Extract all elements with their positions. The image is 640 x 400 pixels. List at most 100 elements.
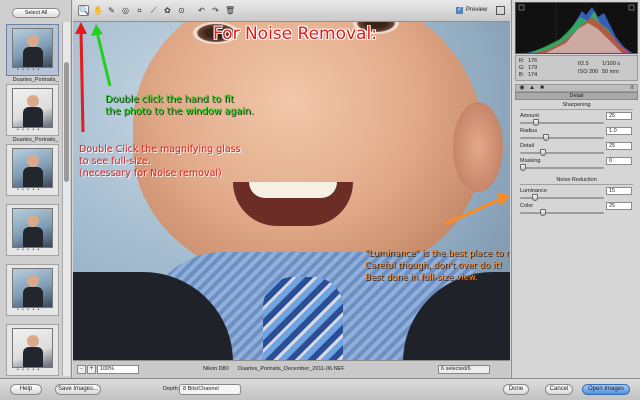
thumbnail-item[interactable]: • • • • • — [6, 84, 59, 136]
orange-arrow-line — [444, 196, 504, 226]
detail-slider[interactable] — [520, 149, 604, 156]
histogram-graph — [518, 3, 635, 53]
thumbnail-rating-dots[interactable]: • • • • • — [17, 187, 40, 193]
luminance-slider[interactable] — [520, 194, 604, 201]
camera-model: Nikon D80 — [203, 366, 229, 372]
thumbnail-subject-head — [27, 155, 39, 167]
annotation-magnifier-tip: Double Click the magnifying glass to see… — [79, 144, 241, 179]
luminance-slider-knob[interactable] — [531, 194, 538, 201]
radius-value-field[interactable]: 1.0 — [606, 127, 632, 135]
thumbnail-label: Duartes_Portraits_ — [12, 137, 59, 143]
green-arrow-head — [91, 24, 103, 36]
annotation-title: For Noise Removal: — [213, 24, 377, 44]
zoom-in-button[interactable]: + — [87, 365, 96, 374]
detail-tab-icon[interactable]: ▲ — [528, 85, 536, 91]
noise-reduction-title: Noise Reduction — [556, 177, 597, 183]
done-button[interactable]: Done — [503, 384, 529, 395]
amount-slider[interactable] — [520, 119, 604, 126]
rotate-left-icon[interactable]: ↶ — [196, 5, 207, 16]
panel-menu-icon[interactable]: ≡ — [628, 85, 636, 91]
trash-icon[interactable]: 🗑 — [224, 5, 235, 16]
color-slider-knob[interactable] — [539, 209, 546, 216]
thumbnail-subject-body — [23, 167, 43, 187]
radius-label: Radius — [520, 128, 538, 134]
thumbnail-item[interactable]: • • • • • — [6, 204, 59, 256]
amount-slider-knob[interactable] — [533, 119, 540, 126]
detail-panel-header: Detail — [515, 92, 638, 100]
annotation-luminance-tip: "Luminance" is the best place to reduce … — [365, 249, 510, 283]
preview-checkbox[interactable]: ✓ — [456, 7, 463, 14]
eyedropper-icon[interactable]: ✎ — [106, 5, 117, 16]
redeye-icon[interactable]: ⊙ — [176, 5, 187, 16]
focal-readout: 50 mm — [602, 69, 619, 75]
fullscreen-icon[interactable] — [496, 6, 505, 15]
cancel-button[interactable]: Cancel — [545, 384, 573, 395]
masking-value-field[interactable]: 0 — [606, 157, 632, 165]
thumbnail-rating-dots[interactable]: • • • • • — [17, 247, 40, 253]
red-arrow-line — [79, 29, 85, 133]
help-button[interactable]: Help — [10, 384, 42, 395]
shutter-readout: 1/100 s — [602, 61, 621, 67]
thumbnail-image — [12, 268, 53, 308]
thumbnail-subject-body — [23, 347, 43, 367]
depth-select[interactable]: 8 Bits/Channel — [179, 384, 241, 395]
detail-value-field[interactable]: 25 — [606, 142, 632, 150]
rotate-right-icon[interactable]: ↷ — [210, 5, 221, 16]
thumbnail-image — [12, 148, 53, 188]
thumbnail-image — [12, 328, 53, 368]
thumbnail-item[interactable]: • • • • • — [6, 324, 59, 376]
zoom-out-button[interactable]: - — [77, 365, 86, 374]
camera-calibration-tab-icon[interactable]: ■ — [538, 85, 546, 91]
top-toolbar: 🔍 ✋ ✎ ◎ ⌗ ⟋ ✿ ⊙ ↶ ↷ 🗑 ✓ Preview — [73, 0, 510, 22]
annotation-arrows — [75, 22, 510, 226]
zoom-level-select[interactable]: 100% — [97, 365, 139, 374]
radius-slider[interactable] — [520, 134, 604, 141]
image-status-bar: - + 100% Nikon D80 Duartes_Portraits_Dec… — [73, 360, 510, 378]
zoom-tool-icon[interactable]: 🔍 — [78, 5, 89, 16]
masking-slider-knob[interactable] — [520, 164, 526, 171]
image-preview[interactable]: For Noise Removal: Double click the hand… — [73, 22, 510, 360]
thumbnail-subject-body — [23, 107, 43, 127]
hand-tool-icon[interactable]: ✋ — [92, 5, 103, 16]
filmstrip-panel: Select All • • • • • Duartes_Portraits_ • … — [0, 0, 72, 378]
crop-icon[interactable]: ⌗ — [134, 5, 145, 16]
filmstrip-scrollbar[interactable] — [62, 22, 70, 376]
thumbnail-item[interactable]: • • • • • — [6, 24, 59, 76]
thumbnail-label: Duartes_Portraits_ — [12, 77, 59, 83]
thumbnail-subject-head — [27, 275, 39, 287]
color-label: Color — [520, 203, 534, 209]
thumbnail-rating-dots[interactable]: • • • • • — [17, 127, 40, 133]
thumbnail-subject-head — [27, 35, 39, 47]
color-value-field[interactable]: 25 — [606, 202, 632, 210]
straighten-icon[interactable]: ⟋ — [148, 5, 159, 16]
thumbnail-subject-head — [27, 95, 39, 107]
masking-slider[interactable] — [520, 164, 604, 171]
thumbnail-image — [12, 208, 53, 248]
thumbnail-rating-dots[interactable]: • • • • • — [17, 367, 40, 373]
bottom-bar: Help Save Images... Depth: 8 Bits/Channe… — [0, 378, 640, 400]
green-arrow-line — [95, 31, 112, 87]
select-all-button[interactable]: Select All — [12, 8, 60, 18]
selected-count-select[interactable]: 6 selected/6 — [438, 365, 490, 374]
basic-tab-icon[interactable]: ◉ — [518, 85, 526, 91]
thumbnail-rating-dots[interactable]: • • • • • — [17, 67, 40, 73]
thumbnail-image — [12, 28, 53, 68]
red-arrow-head — [75, 22, 87, 34]
sharpening-title: Sharpening — [562, 102, 591, 108]
thumbnail-item[interactable]: • • • • • — [6, 264, 59, 316]
color-slider[interactable] — [520, 209, 604, 216]
thumbnail-rating-dots[interactable]: • • • • • — [17, 307, 40, 313]
radius-slider-knob[interactable] — [543, 134, 550, 141]
filmstrip-scroll-thumb[interactable] — [64, 62, 69, 182]
retouch-icon[interactable]: ✿ — [162, 5, 173, 16]
highlight-clip-icon — [628, 4, 635, 11]
pixel-readout: R: 176 G: 179 B: 174 f/2.5 1/100 s ISO 2… — [515, 55, 638, 81]
amount-value-field[interactable]: 25 — [606, 112, 632, 120]
luminance-value-field[interactable]: 15 — [606, 187, 632, 195]
open-images-button[interactable]: Open Images — [582, 384, 630, 395]
depth-label: Depth: — [163, 386, 180, 392]
save-images-button[interactable]: Save Images... — [55, 384, 101, 395]
thumbnail-item[interactable]: • • • • • — [6, 144, 59, 196]
detail-slider-knob[interactable] — [539, 149, 546, 156]
white-balance-icon[interactable]: ◎ — [120, 5, 131, 16]
